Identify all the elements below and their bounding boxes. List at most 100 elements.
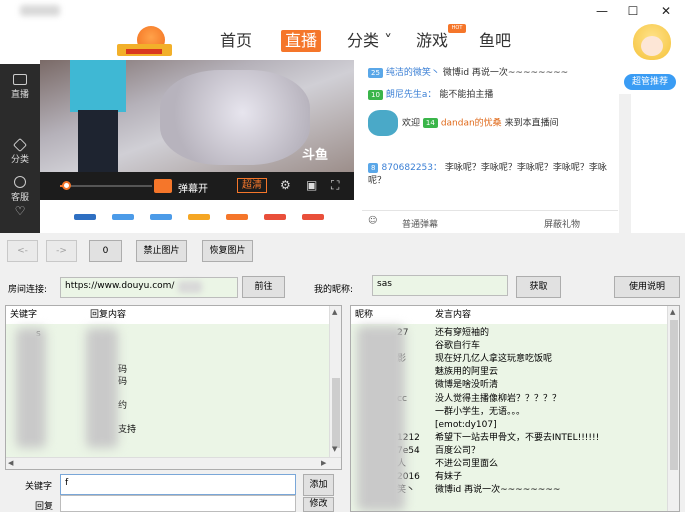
gift-item[interactable]: [150, 214, 172, 220]
chat-username[interactable]: 870682253：: [381, 163, 442, 173]
layers-icon: [12, 137, 28, 153]
nav-category[interactable]: 分类 ˅: [347, 30, 392, 52]
table-row[interactable]: [6, 340, 341, 352]
nick-input[interactable]: sas: [372, 275, 508, 296]
table-row[interactable]: 支持: [6, 424, 341, 436]
restore-images-button[interactable]: 恢复图片: [202, 240, 253, 262]
scroll-right-arrow[interactable]: ▶: [321, 459, 326, 467]
nav-fishbar[interactable]: 鱼吧: [479, 30, 511, 52]
table-row[interactable]: [6, 388, 341, 400]
fetch-button[interactable]: 获取: [516, 276, 561, 298]
add-button[interactable]: 添加: [303, 474, 334, 496]
table-row[interactable]: 码: [6, 364, 341, 376]
video-watermark: 斗鱼: [302, 148, 329, 163]
table-row[interactable]: 码: [6, 376, 341, 388]
keyword-edit-input[interactable]: f: [60, 474, 296, 495]
table-row[interactable]: [6, 412, 341, 424]
forward-button[interactable]: ->: [46, 240, 77, 262]
video-player[interactable]: 斗鱼: [40, 60, 354, 172]
modify-button[interactable]: 修改: [303, 497, 334, 512]
table-row[interactable]: s: [6, 328, 341, 340]
hot-badge: HOT: [448, 24, 466, 33]
block-images-button[interactable]: 禁止图片: [136, 240, 187, 262]
zero-button[interactable]: 0: [89, 240, 122, 262]
gift-item[interactable]: [302, 214, 324, 220]
gift-item[interactable]: [74, 214, 96, 220]
table-row[interactable]: 约: [6, 400, 341, 412]
chat-message: 欢迎 14 dandan的忧桑 来到本直播间: [368, 110, 608, 136]
message-cell: 现在好几亿人拿这玩意吃饭呢: [435, 354, 553, 365]
message-table-scrollbar[interactable]: ▲: [667, 306, 679, 511]
close-button[interactable]: ✕: [657, 3, 675, 19]
chat-username[interactable]: 朗尼先生a：: [386, 90, 437, 100]
sidebar-item-label: 直播: [10, 90, 29, 100]
sidebar-item-service[interactable]: 客服: [0, 176, 40, 203]
reply-edit-input[interactable]: [60, 495, 296, 512]
chat-username[interactable]: dandan的忧桑: [441, 119, 502, 129]
progress-bar[interactable]: [60, 185, 152, 187]
logo-stripe-shape: [126, 49, 162, 54]
go-button[interactable]: 前往: [242, 276, 285, 298]
message-cell: 不进公司里面么: [435, 459, 499, 469]
progress-knob[interactable]: [62, 181, 71, 190]
quality-button[interactable]: 超清: [237, 178, 267, 193]
chat-username[interactable]: 纯洁的微笑丶: [386, 68, 440, 78]
block-gifts-checkbox[interactable]: 屏蔽礼物: [544, 217, 580, 230]
keyword-edit-label: 关键字: [25, 482, 53, 492]
gift-item[interactable]: [188, 214, 210, 220]
column-header-message: 发言内容: [435, 310, 472, 320]
nick-text: sas: [377, 279, 392, 289]
table-row[interactable]: [6, 352, 341, 364]
nav-live[interactable]: 直播: [281, 30, 322, 52]
smile-icon[interactable]: ☺: [368, 216, 377, 226]
minimize-button[interactable]: —: [593, 3, 611, 19]
gear-icon[interactable]: ⚙: [280, 178, 291, 193]
mascot-promo[interactable]: 超管推荐: [621, 22, 685, 94]
room-url-input[interactable]: https://www.douyu.com/: [60, 277, 238, 298]
mascot-face-shape: [641, 36, 663, 56]
scroll-thumb[interactable]: [332, 378, 340, 448]
danmu-toggle[interactable]: 弹幕开: [178, 180, 208, 195]
sidebar-item-category[interactable]: 分类: [0, 137, 40, 165]
gift-item[interactable]: [112, 214, 134, 220]
nav-games[interactable]: 游戏: [416, 30, 448, 52]
message-cell: 魅族用的阿里云: [435, 367, 499, 378]
message-cell: 没人觉得主播像柳岩？？？？？: [435, 393, 562, 404]
gift-item[interactable]: [226, 214, 248, 220]
gift-item[interactable]: [264, 214, 286, 220]
scroll-up-arrow[interactable]: ▲: [332, 308, 337, 316]
help-button[interactable]: 使用说明: [614, 276, 680, 298]
chat-panel: 25 纯洁的微笑丶 微博id 再说一次~~~~~~~~ 10 朗尼先生a： 能不能拍…: [362, 60, 618, 233]
maximize-button[interactable]: ☐: [624, 3, 642, 19]
keyword-table-hscroll[interactable]: ◀ ▶: [6, 457, 341, 469]
column-header-keyword: 关键字: [10, 310, 38, 320]
scroll-down-arrow[interactable]: ▼: [332, 445, 337, 453]
blurred-nicknames: [357, 326, 405, 511]
danmu-mode[interactable]: 普通弹幕: [402, 217, 438, 230]
chat-message: 10 朗尼先生a： 能不能拍主播: [368, 89, 608, 102]
message-cell: 微博是啥没听清: [435, 380, 499, 391]
fullscreen-icon[interactable]: ⛶: [331, 178, 339, 193]
heart-icon[interactable]: ♡: [0, 204, 40, 218]
sidebar-item-live[interactable]: 直播: [0, 74, 40, 100]
back-button[interactable]: <-: [7, 240, 38, 262]
level-badge: 25: [368, 67, 383, 78]
level-badge: 14: [422, 118, 438, 128]
sidebar-item-label: 客服: [10, 193, 29, 203]
title-bar: — ☐ ✕: [0, 0, 685, 22]
table-row[interactable]: [6, 436, 341, 448]
sidebar-item-label: 分类: [10, 155, 29, 165]
danmu-icon[interactable]: [154, 179, 172, 193]
keyword-table: 关键字 回复内容 s 码码约支持 ▲ ▼ ◀ ▶: [5, 305, 342, 470]
keyword-table-scrollbar[interactable]: ▲ ▼: [329, 306, 341, 457]
video-person-pants: [78, 110, 118, 172]
reply-cell: 约: [118, 401, 128, 411]
screen-icon[interactable]: ▣: [306, 178, 317, 193]
keyword-table-header: 关键字 回复内容: [6, 306, 341, 324]
chat-scrollbar[interactable]: [619, 94, 631, 233]
nav-home[interactable]: 首页: [220, 30, 252, 52]
scroll-left-arrow[interactable]: ◀: [8, 459, 13, 467]
reply-edit-label: 回复: [35, 502, 54, 512]
scroll-up-arrow[interactable]: ▲: [670, 308, 675, 316]
scroll-thumb[interactable]: [670, 320, 678, 470]
